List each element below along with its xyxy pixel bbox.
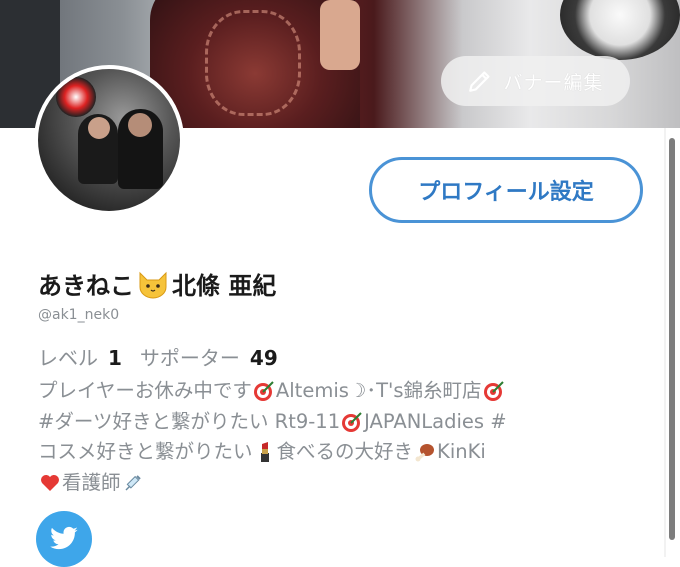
banner-dartboard-graphic [560,0,680,60]
avatar-face-left [88,117,110,139]
bio-line-1: プレイヤーお休み中です Altemis☽･T's錦糸町店 [38,376,638,407]
bio-text: 看護師 [62,470,121,494]
twitter-bird-icon [50,526,78,550]
dart-icon [253,381,274,402]
banner-edit-button[interactable]: バナー編集 [441,56,630,106]
display-name: あきねこ 北條 亜紀 [38,266,276,301]
avatar-face-right [128,113,152,137]
twitter-link-button[interactable] [36,511,92,567]
scrollbar[interactable] [669,138,675,540]
bio-line-2: #ダーツ好きと繋がりたい Rt9-11 JAPANLadies # [38,407,638,438]
bio-text: プレイヤーお休み中です [38,379,252,402]
bio-text: Altemis☽･T's錦糸町店 [275,379,482,402]
heart-icon [41,474,59,491]
bio-text: #ダーツ好きと繋がりたい Rt9-11 [38,409,341,433]
banner-arm-graphic [320,0,360,70]
display-name-part2: 北條 亜紀 [172,272,277,300]
pencil-icon [469,71,491,92]
level-value: 1 [108,346,122,370]
bio-text: KinKi [437,440,486,463]
bio-text: 食べるの大好き [276,440,414,463]
avatar-dartboard [56,77,96,117]
dart-icon [483,381,504,402]
edit-profile-button[interactable]: プロフィール設定 [369,157,643,223]
banner-edit-label: バナー編集 [503,71,604,94]
cat-icon [139,271,167,298]
lipstick-icon [260,442,269,463]
meat-icon [415,444,435,462]
display-name-part1: あきねこ [38,272,134,300]
level-label: レベル [38,346,98,370]
bio-line-4: 看護師 [38,468,638,499]
syringe-icon [124,475,141,491]
edit-profile-label: プロフィール設定 [418,180,594,205]
supporter-value[interactable]: 49 [250,346,278,370]
profile-stats: レベル 1 サポーター 49 [38,342,286,371]
bio-line-3: コスメ好きと繋がりたい 食べるの大好き KinKi [38,437,638,468]
dart-icon [342,412,362,432]
avatar[interactable] [34,65,184,215]
user-handle: @ak1_nek0 [38,307,120,323]
profile-bio: プレイヤーお休み中です Altemis☽･T's錦糸町店 #ダーツ好きと繋がりた… [38,376,638,498]
supporter-label[interactable]: サポーター [140,342,240,371]
panel-edge [664,128,666,557]
bio-text: JAPANLadies # [364,409,507,433]
bio-text: コスメ好きと繋がりたい [38,440,253,463]
